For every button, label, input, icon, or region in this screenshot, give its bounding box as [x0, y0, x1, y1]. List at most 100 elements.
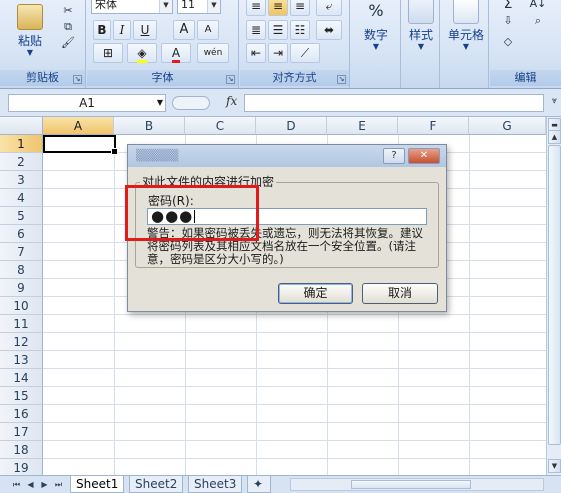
copy-icon[interactable]: ⧉ — [60, 20, 76, 34]
next-sheet-icon[interactable]: ▶ — [38, 478, 51, 491]
row-header-4[interactable]: 4 — [0, 189, 43, 207]
close-button[interactable]: ✕ — [408, 148, 440, 164]
paste-button[interactable]: 粘贴 ▼ — [10, 4, 50, 57]
resize-slider-icon[interactable] — [172, 96, 210, 110]
alignment-group-label: 对齐方式 — [240, 70, 349, 86]
row-header-11[interactable]: 11 — [0, 315, 43, 333]
chevron-down-icon: ▼ — [417, 42, 425, 51]
insert-sheet-button[interactable]: ✦ — [247, 476, 271, 493]
font-color-button[interactable]: A — [161, 43, 191, 63]
phonetic-button[interactable]: wén — [197, 43, 229, 63]
chevron-down-icon[interactable]: ▼ — [159, 0, 172, 13]
chevron-down-icon: ▼ — [462, 42, 470, 51]
sort-filter-icon[interactable]: A↓ — [526, 0, 550, 11]
alignment-group: ≡ ≡ ≡ ⤶ ≣ ☰ ☷ ⬌ ⇤ ⇥ ⟋ 对齐方式 ↘ — [240, 0, 350, 88]
orientation-button[interactable]: ⟋ — [290, 43, 320, 63]
column-header-a[interactable]: A — [43, 117, 114, 135]
help-button[interactable]: ? — [383, 148, 405, 164]
increase-indent-button[interactable]: ⇥ — [268, 43, 288, 63]
italic-button[interactable]: I — [113, 20, 131, 40]
sheet-tab-3[interactable]: Sheet3 — [188, 476, 243, 493]
scroll-up-icon[interactable]: ▲ — [548, 130, 561, 144]
row-header-8[interactable]: 8 — [0, 261, 43, 279]
row-header-2[interactable]: 2 — [0, 153, 43, 171]
align-middle-button[interactable]: ☰ — [268, 20, 288, 40]
shrink-font-button[interactable]: A — [197, 20, 219, 40]
row-header-17[interactable]: 17 — [0, 423, 43, 441]
row-header-1[interactable]: 1 — [0, 135, 43, 153]
vertical-scroll-thumb[interactable] — [548, 145, 561, 445]
bold-button[interactable]: B — [93, 20, 111, 40]
align-center-button[interactable]: ≡ — [268, 0, 288, 16]
row-header-10[interactable]: 10 — [0, 297, 43, 315]
column-header-e[interactable]: E — [327, 117, 398, 135]
row-header-16[interactable]: 16 — [0, 405, 43, 423]
sheet-tab-2[interactable]: Sheet2 — [129, 476, 184, 493]
row-header-6[interactable]: 6 — [0, 225, 43, 243]
column-header-g[interactable]: G — [469, 117, 546, 135]
number-format-button[interactable]: % 数字 ▼ — [355, 0, 397, 51]
row-header-19[interactable]: 19 — [0, 459, 43, 475]
row-header-18[interactable]: 18 — [0, 441, 43, 459]
active-cell-a1[interactable] — [43, 135, 118, 155]
horizontal-scrollbar[interactable] — [290, 478, 544, 491]
clear-eraser-icon[interactable]: ◇ — [498, 35, 518, 49]
column-header-b[interactable]: B — [114, 117, 185, 135]
row-header-5[interactable]: 5 — [0, 207, 43, 225]
column-header-d[interactable]: D — [256, 117, 327, 135]
underline-button[interactable]: U — [133, 20, 157, 40]
row-header-15[interactable]: 15 — [0, 387, 43, 405]
formula-input[interactable] — [244, 94, 544, 112]
name-box[interactable]: A1 ▼ — [8, 94, 166, 112]
row-header-9[interactable]: 9 — [0, 279, 43, 297]
chevron-down-icon[interactable]: ▼ — [207, 0, 220, 13]
decrease-indent-button[interactable]: ⇤ — [246, 43, 266, 63]
ok-button[interactable]: 确定 — [278, 283, 353, 304]
find-icon[interactable]: ⌕ — [526, 14, 550, 28]
autosum-icon[interactable]: Σ — [498, 0, 518, 11]
horizontal-scroll-thumb[interactable] — [351, 480, 471, 489]
fill-down-icon[interactable]: ⇩ — [498, 14, 518, 28]
borders-button[interactable]: ⊞ — [93, 43, 123, 63]
wrap-text-button[interactable]: ⤶ — [316, 0, 342, 16]
row-header-12[interactable]: 12 — [0, 333, 43, 351]
fill-color-button[interactable]: ◈ — [127, 43, 157, 63]
expand-formula-bar-icon[interactable]: ⩔ — [552, 96, 557, 106]
alignment-launcher-icon[interactable]: ↘ — [337, 75, 346, 84]
clipboard-launcher-icon[interactable]: ↘ — [73, 75, 82, 84]
insert-function-icon[interactable]: fx — [226, 94, 237, 108]
dialog-title-bar[interactable]: ▒▒▒▒▒ ? ✕ — [128, 145, 446, 167]
cut-icon[interactable]: ✂ — [60, 4, 76, 18]
row-header-7[interactable]: 7 — [0, 243, 43, 261]
align-center-icon: ≡ — [272, 0, 284, 13]
vertical-scrollbar[interactable]: ▬ ▲ ▼ — [546, 117, 561, 475]
align-left-button[interactable]: ≡ — [246, 0, 266, 16]
number-group: % 数字 ▼ — [351, 0, 401, 88]
cancel-button[interactable]: 取消 — [362, 283, 438, 304]
merge-center-button[interactable]: ⬌ — [316, 20, 342, 40]
format-painter-icon[interactable]: 🖌 — [60, 36, 76, 50]
cells-icon — [453, 0, 479, 24]
font-name-combo[interactable]: 宋体 ▼ — [91, 0, 173, 14]
row-header-13[interactable]: 13 — [0, 351, 43, 369]
select-all-corner[interactable] — [0, 117, 43, 135]
row-header-14[interactable]: 14 — [0, 369, 43, 387]
last-sheet-icon[interactable]: ⏭ — [52, 478, 65, 491]
sheet-tab-1[interactable]: Sheet1 — [70, 476, 125, 493]
column-header-c[interactable]: C — [185, 117, 256, 135]
grow-font-button[interactable]: A — [173, 20, 195, 40]
row-header-3[interactable]: 3 — [0, 171, 43, 189]
scroll-down-icon[interactable]: ▼ — [548, 459, 561, 473]
align-right-button[interactable]: ≡ — [290, 0, 310, 16]
paste-dropdown-icon[interactable]: ▼ — [10, 49, 50, 57]
column-header-f[interactable]: F — [398, 117, 469, 135]
first-sheet-icon[interactable]: ⏮ — [10, 478, 23, 491]
prev-sheet-icon[interactable]: ◀ — [24, 478, 37, 491]
font-launcher-icon[interactable]: ↘ — [226, 75, 235, 84]
chevron-down-icon[interactable]: ▼ — [157, 95, 163, 111]
styles-button[interactable]: 样式 ▼ — [404, 0, 438, 51]
align-bottom-button[interactable]: ☷ — [290, 20, 310, 40]
font-size-combo[interactable]: 11 ▼ — [177, 0, 221, 14]
align-justify-button[interactable]: ≣ — [246, 20, 266, 40]
cells-button[interactable]: 单元格 ▼ — [443, 0, 489, 51]
